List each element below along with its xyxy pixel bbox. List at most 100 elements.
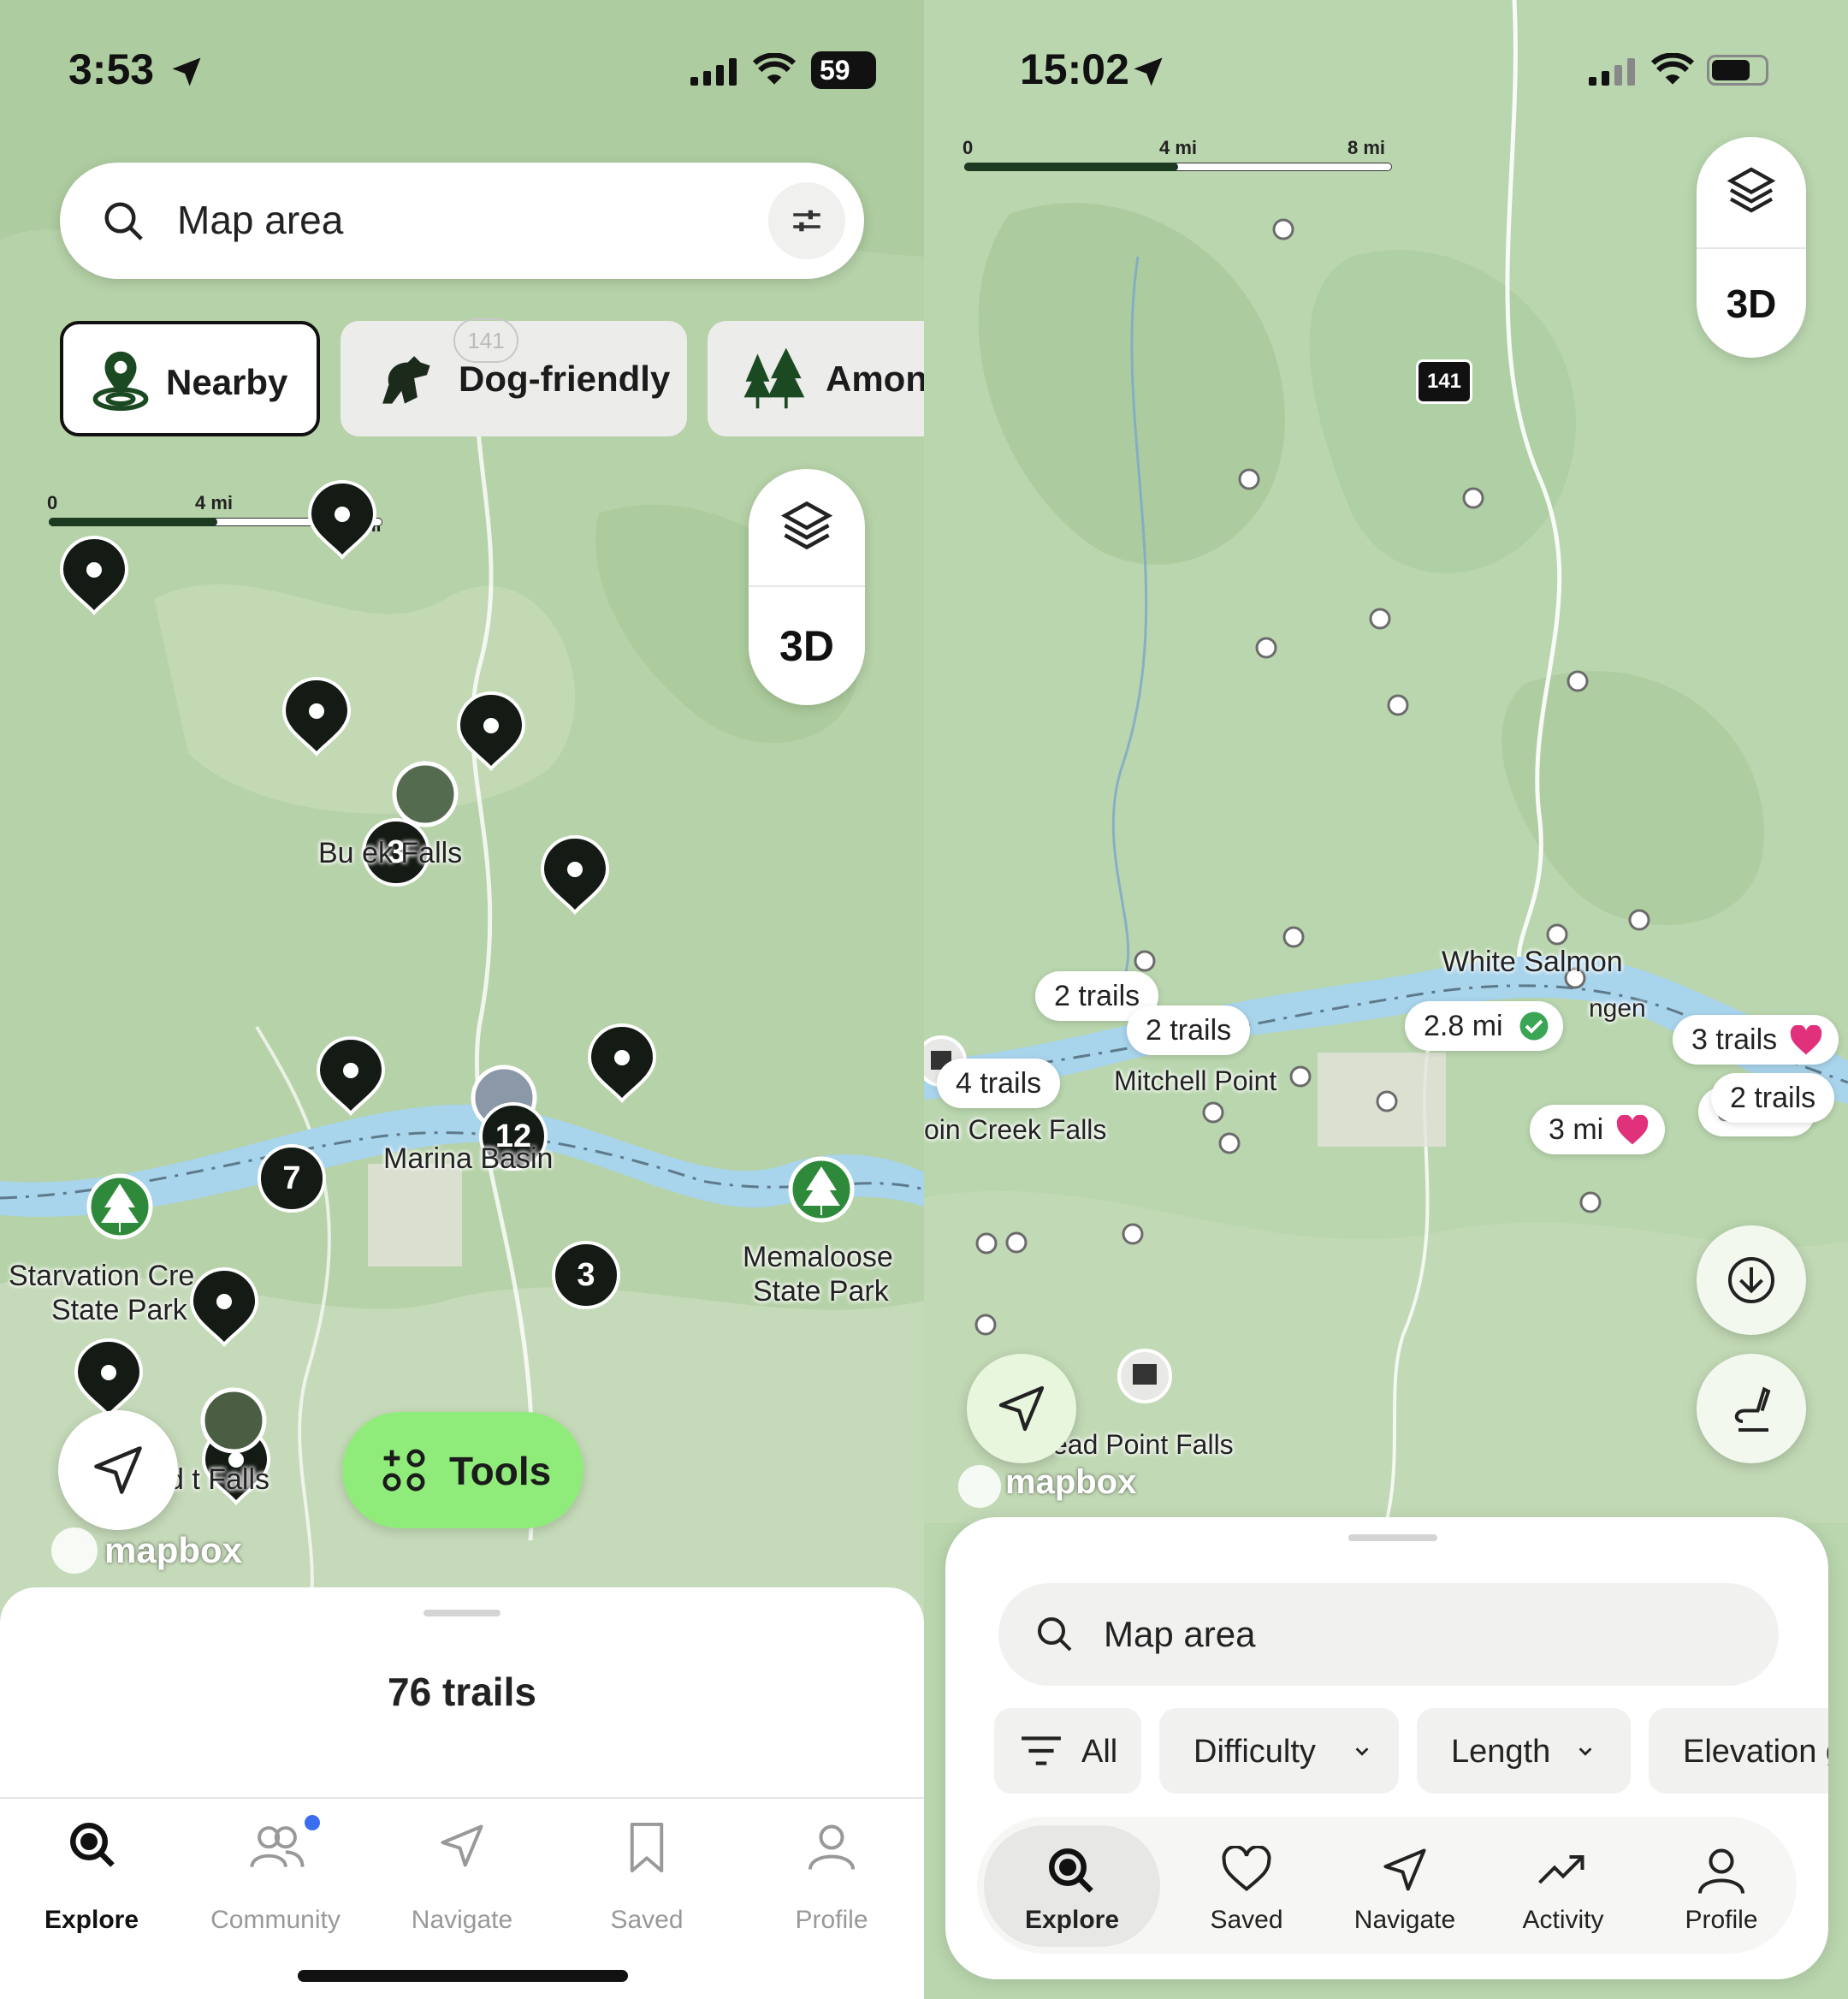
cluster-label: 3 trails <box>1691 1023 1778 1056</box>
heart-filled-icon <box>1617 1115 1649 1145</box>
scale-mid: 4 mi <box>1159 137 1198 158</box>
filter-icon <box>1022 1736 1061 1765</box>
pen-route-icon <box>1734 1386 1771 1432</box>
download-map-button[interactable] <box>1697 1225 1806 1335</box>
search-bar[interactable]: Map area <box>998 1583 1779 1686</box>
map-label-starvation-park: State Park <box>51 1294 187 1326</box>
tab-label: Explore <box>44 1906 139 1934</box>
sliders-icon <box>793 210 820 232</box>
scale-start: 0 <box>47 492 58 513</box>
signal-icon <box>1589 58 1635 86</box>
draw-route-button[interactable] <box>1697 1354 1806 1463</box>
map-label-memaloose: Memaloose <box>743 1241 893 1273</box>
map-label-falls: d t Falls <box>168 1463 270 1496</box>
tab-label: Saved <box>1210 1906 1283 1934</box>
locate-me-button[interactable] <box>967 1354 1076 1463</box>
battery-level: 59 <box>820 55 850 86</box>
toggle-3d-button[interactable]: 3D <box>749 621 865 671</box>
mapbox-logo: mapbox <box>1005 1463 1137 1501</box>
map-label-buck-creek: Bu ek Falls <box>318 837 463 869</box>
location-arrow-icon <box>172 57 201 86</box>
filter-length-chip[interactable]: Length <box>1417 1708 1631 1794</box>
map-label-bingen: ngen <box>1589 994 1646 1023</box>
profile-icon <box>1698 1848 1744 1894</box>
tab-saved[interactable]: Saved <box>1165 1817 1328 1954</box>
notification-dot <box>305 1815 320 1830</box>
tab-activity[interactable]: Activity <box>1482 1817 1644 1954</box>
tools-icon <box>382 1449 425 1492</box>
search-placeholder: Map area <box>1104 1614 1256 1654</box>
wifi-icon <box>753 53 796 85</box>
status-bar: 3:53 59 <box>0 34 924 111</box>
distance-label: 2.8 mi <box>1424 1010 1503 1042</box>
map-label-white-salmon: White Salmon <box>1442 946 1623 978</box>
tab-label: Navigate <box>1353 1906 1456 1934</box>
distance-pill-favorited[interactable]: 3 mi <box>1530 1105 1666 1154</box>
map-scale: 0 4 mi 8 mi <box>962 137 1392 175</box>
bottom-sheet[interactable]: Map area All Difficulty Length Elevation… <box>945 1517 1828 1979</box>
trail-cluster-pill[interactable]: 2 trails <box>1127 1005 1251 1055</box>
distance-pill-completed[interactable]: 2.8 mi <box>1405 1001 1563 1051</box>
download-icon <box>1728 1257 1774 1303</box>
map-label-creek-falls: oin Creek Falls <box>924 1114 1107 1145</box>
trail-cluster-pill[interactable]: 4 trails <box>937 1059 1061 1108</box>
tab-label: Community <box>210 1906 341 1934</box>
tab-profile[interactable]: Profile <box>1640 1817 1803 1954</box>
tab-label: Explore <box>1024 1906 1120 1934</box>
tab-label: Navigate <box>411 1906 513 1934</box>
chip-among-trees[interactable]: Amon <box>708 321 924 436</box>
tab-explore[interactable]: Explore <box>984 1825 1160 1947</box>
chip-label: Amon <box>826 359 924 399</box>
tab-navigate[interactable]: Navigate <box>1324 1817 1486 1954</box>
trail-cluster-pill-favorited[interactable]: 3 trails <box>1673 1015 1839 1065</box>
toggle-3d-button[interactable]: 3D <box>1697 281 1806 327</box>
mapbox-logo-icon <box>958 1465 1001 1508</box>
mapbox-logo: mapbox <box>104 1530 243 1570</box>
explore-search-icon <box>70 1823 115 1867</box>
map-view[interactable]: 3:53 59 Map area Nearby Dog-friendly Amo <box>0 0 924 1626</box>
chip-nearby[interactable]: Nearby <box>60 321 320 436</box>
heart-icon <box>1222 1846 1271 1892</box>
trail-count: 76 trails <box>388 1670 536 1714</box>
cluster-marker[interactable]: 3 <box>552 1241 620 1309</box>
map-label-memaloose-park: State Park <box>753 1275 889 1308</box>
sheet-handle[interactable] <box>424 1610 500 1616</box>
tab-bar: Explore Community Navigate Saved Profile <box>0 1797 924 1999</box>
sheet-handle[interactable] <box>1348 1534 1437 1541</box>
chip-label: Nearby <box>166 362 288 402</box>
scale-start: 0 <box>962 137 974 158</box>
search-placeholder: Map area <box>177 198 344 242</box>
tools-button[interactable]: Tools <box>342 1412 583 1528</box>
navigate-icon <box>441 1824 483 1867</box>
left-screen: 3:53 59 Map area Nearby Dog-friendly Amo <box>0 0 924 1999</box>
check-circle-icon <box>1519 1011 1549 1041</box>
navigate-icon <box>1383 1848 1426 1891</box>
right-screen: 15:02 0 4 mi 8 mi 141 3D 2 trails 2 trai… <box>924 0 1848 1999</box>
locate-me-button[interactable] <box>58 1410 178 1530</box>
chip-label: Difficulty <box>1194 1734 1316 1770</box>
filter-button[interactable] <box>768 182 845 259</box>
search-bar[interactable]: Map area <box>60 163 864 279</box>
battery-icon: 59 <box>811 51 876 89</box>
chip-label: Elevation g <box>1683 1734 1828 1770</box>
explore-search-icon <box>1049 1848 1093 1893</box>
map-label-marina: Marina Basin <box>383 1142 554 1175</box>
results-sheet[interactable]: 76 trails <box>0 1587 924 1801</box>
filter-elevation-chip[interactable]: Elevation g <box>1649 1708 1828 1794</box>
tools-label: Tools <box>449 1449 552 1493</box>
filter-difficulty-chip[interactable]: Difficulty <box>1159 1708 1399 1794</box>
map-label-starvation: Starvation Cre <box>9 1260 195 1292</box>
dog-icon <box>382 356 430 404</box>
trail-cluster-pill[interactable]: 2 trails <box>1711 1073 1835 1123</box>
chip-label: Dog-friendly <box>459 359 671 399</box>
cluster-marker[interactable]: 7 <box>258 1144 326 1213</box>
filter-all-chip[interactable]: All <box>994 1708 1141 1794</box>
tab-label: Profile <box>1685 1906 1758 1934</box>
navigate-arrow-icon <box>94 1446 142 1494</box>
layers-icon[interactable] <box>778 496 836 555</box>
chevron-down-icon <box>1578 1747 1592 1756</box>
layers-icon[interactable] <box>1724 163 1779 217</box>
home-indicator <box>298 1970 628 1982</box>
scale-mid: 4 mi <box>195 492 234 513</box>
highway-shield: 141 <box>453 318 518 363</box>
